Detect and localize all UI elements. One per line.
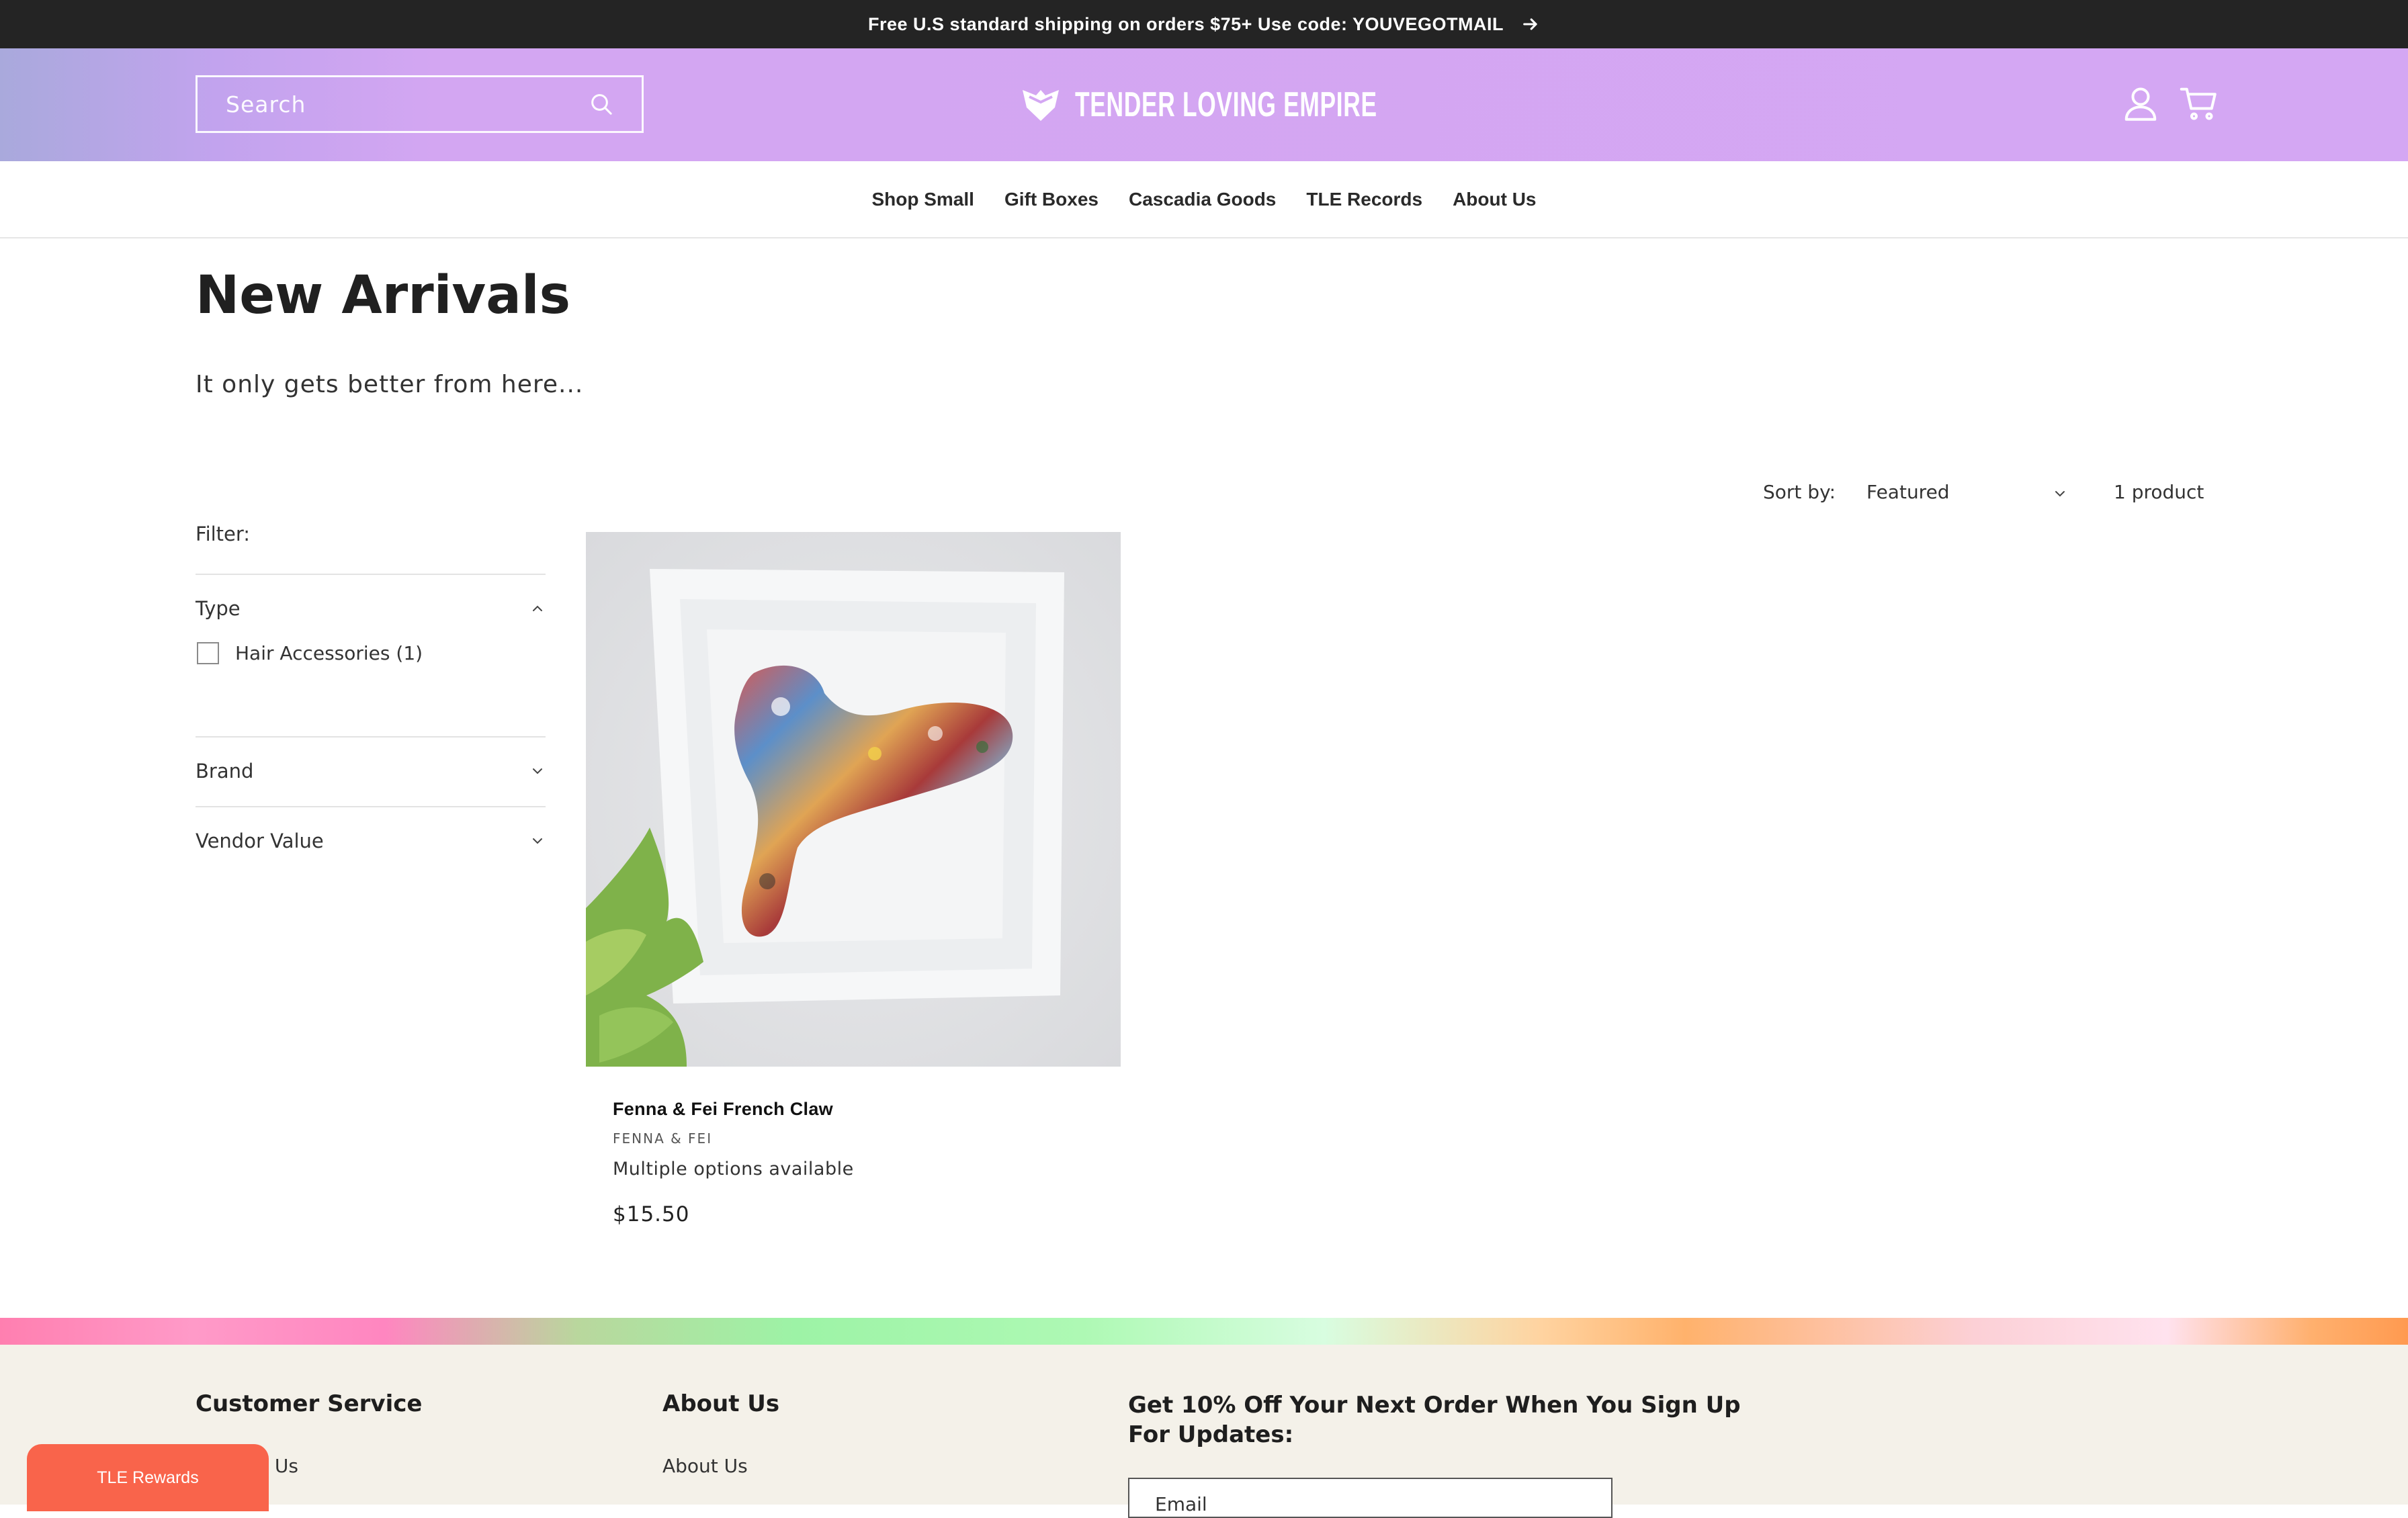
nav-item-cascadia-goods[interactable]: Cascadia Goods bbox=[1129, 189, 1276, 210]
chevron-up-icon bbox=[533, 605, 542, 611]
rewards-label: TLE Rewards bbox=[97, 1468, 199, 1487]
product-image[interactable] bbox=[586, 532, 1121, 1067]
filter-option-hair-accessories[interactable]: Hair Accessories (1) bbox=[197, 642, 546, 664]
site-header: TENDER LOVING EMPIRE bbox=[0, 48, 2408, 161]
nav-item-about-us[interactable]: About Us bbox=[1453, 189, 1536, 210]
footer-rainbow-divider bbox=[0, 1318, 2408, 1345]
rewards-button[interactable]: TLE Rewards bbox=[27, 1444, 269, 1511]
facet-type-label: Type bbox=[196, 597, 241, 620]
newsletter-heading: Get 10% Off Your Next Order When You Sig… bbox=[1128, 1392, 1741, 1448]
facet-brand: Brand bbox=[196, 736, 546, 805]
filter-option-label: Hair Accessories (1) bbox=[235, 642, 423, 664]
chevron-down-icon bbox=[533, 838, 542, 844]
facet-brand-label: Brand bbox=[196, 760, 254, 783]
announcement-bar[interactable]: Free U.S standard shipping on orders $75… bbox=[0, 0, 2408, 48]
page-title: New Arrivals bbox=[196, 265, 571, 326]
cart-icon[interactable] bbox=[2179, 83, 2219, 124]
sort-select[interactable]: Featured bbox=[1866, 481, 2068, 503]
logo-text: TENDER LOVING EMPIRE bbox=[1075, 85, 1377, 124]
product-count: 1 product bbox=[2114, 481, 2204, 503]
facet-vendor-value: Vendor Value bbox=[196, 806, 546, 875]
nav-item-shop-small[interactable]: Shop Small bbox=[871, 189, 974, 210]
search-icon[interactable] bbox=[588, 91, 615, 118]
product-title[interactable]: Fenna & Fei French Claw bbox=[613, 1099, 833, 1120]
product-vendor: FENNA & FEI bbox=[613, 1130, 713, 1147]
footer-heading-customer-service: Customer Service bbox=[196, 1390, 423, 1417]
logo-heart-icon bbox=[1023, 90, 1059, 121]
announcement-text: Free U.S standard shipping on orders $75… bbox=[868, 13, 1504, 34]
facet-type-header[interactable]: Type bbox=[196, 575, 546, 642]
filter-label: Filter: bbox=[196, 523, 251, 545]
newsletter-email-field[interactable] bbox=[1128, 1478, 1612, 1518]
chevron-down-icon bbox=[533, 768, 542, 774]
nav-item-gift-boxes[interactable]: Gift Boxes bbox=[1004, 189, 1099, 210]
main-nav: Shop Small Gift Boxes Cascadia Goods TLE… bbox=[0, 161, 2408, 238]
footer-link-about-us[interactable]: About Us bbox=[662, 1455, 748, 1477]
site-logo[interactable]: TENDER LOVING EMPIRE bbox=[1021, 83, 1519, 126]
sort-selected-value: Featured bbox=[1866, 481, 1950, 503]
account-icon[interactable] bbox=[2120, 83, 2161, 124]
filter-checkbox[interactable] bbox=[197, 642, 219, 664]
facet-brand-header[interactable]: Brand bbox=[196, 738, 546, 805]
footer-heading-about-us: About Us bbox=[662, 1390, 780, 1417]
chevron-down-icon bbox=[2055, 490, 2065, 496]
product-options-note: Multiple options available bbox=[613, 1159, 854, 1179]
product-price: $15.50 bbox=[613, 1202, 690, 1226]
facet-type: Type Hair Accessories (1) bbox=[196, 574, 546, 736]
search-input[interactable] bbox=[224, 90, 581, 118]
collection-description: It only gets better from here... bbox=[196, 371, 584, 398]
arrow-right-icon bbox=[1523, 18, 1537, 30]
search-box[interactable] bbox=[196, 75, 644, 133]
facet-vendor-value-label: Vendor Value bbox=[196, 830, 324, 852]
facet-vendor-value-header[interactable]: Vendor Value bbox=[196, 807, 546, 875]
sort-label: Sort by: bbox=[1763, 481, 1836, 503]
nav-item-tle-records[interactable]: TLE Records bbox=[1306, 189, 1422, 210]
